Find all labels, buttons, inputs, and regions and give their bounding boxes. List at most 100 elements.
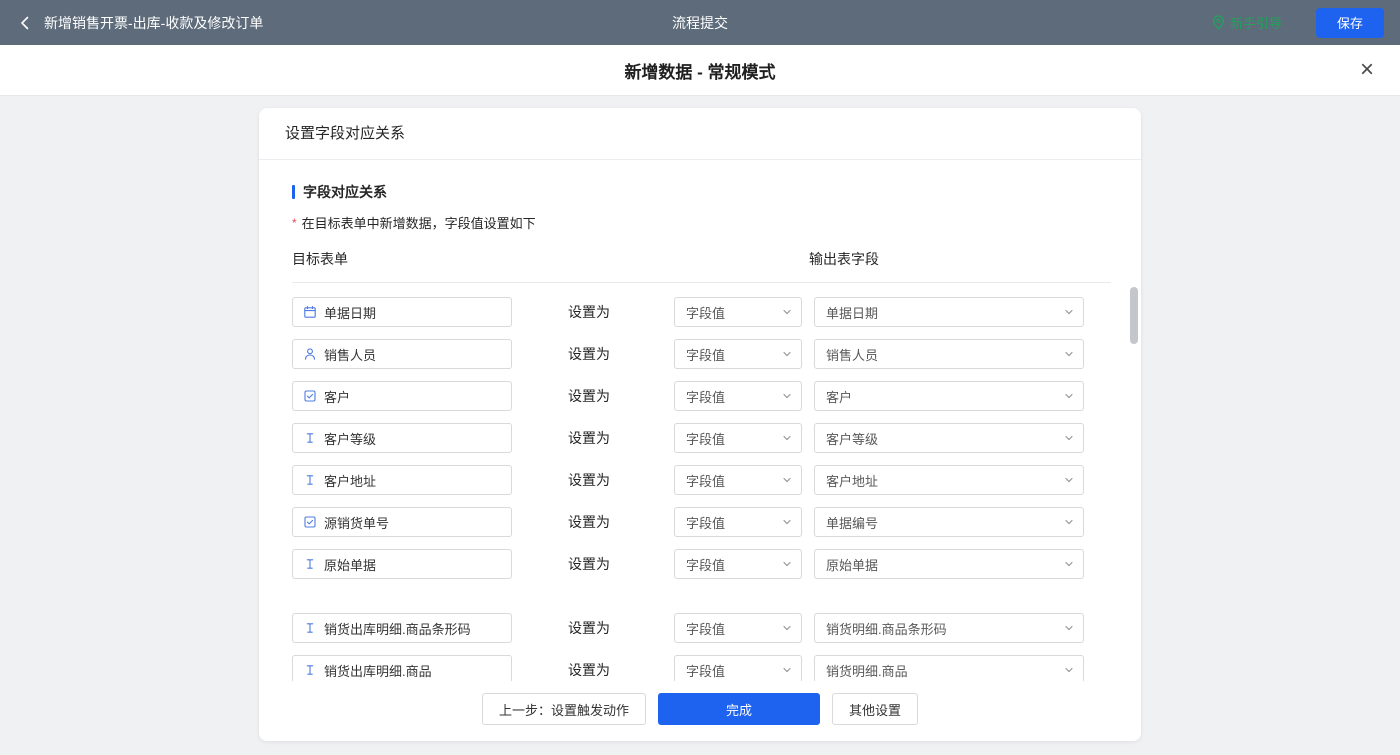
value-mode-select[interactable]: 字段值 <box>674 297 802 327</box>
person-icon <box>303 347 317 361</box>
set-as-label: 设置为 <box>568 472 610 488</box>
chevron-down-icon <box>783 393 791 399</box>
set-as-label: 设置为 <box>568 304 610 320</box>
done-button[interactable]: 完成 <box>658 693 820 725</box>
prev-step-button[interactable]: 上一步：设置触发动作 <box>481 693 646 725</box>
field-mapping-row: 源销货单号 设置为 字段值 单据编号 <box>292 507 1111 537</box>
output-field-select[interactable]: 客户地址 <box>814 465 1084 495</box>
value-mode-selected: 字段值 <box>686 305 726 321</box>
set-as-label: 设置为 <box>568 430 610 446</box>
close-icon[interactable]: × <box>1360 58 1374 82</box>
output-field-selected: 客户地址 <box>826 473 879 489</box>
section-accent-bar <box>292 185 295 199</box>
chevron-down-icon <box>783 435 791 441</box>
chevron-down-icon <box>1065 309 1073 315</box>
panel-footer: 上一步：设置触发动作 完成 其他设置 <box>259 681 1141 741</box>
output-field-select[interactable]: 单据日期 <box>814 297 1084 327</box>
output-field-select[interactable]: 销售人员 <box>814 339 1084 369</box>
target-field-label: 销售人员 <box>324 347 377 363</box>
section-title-label: 字段对应关系 <box>303 184 387 200</box>
chevron-down-icon <box>1065 435 1073 441</box>
field-mapping-row: 销售人员 设置为 字段值 销售人员 <box>292 339 1111 369</box>
set-as-label: 设置为 <box>568 620 610 636</box>
target-field-label: 客户 <box>324 389 351 405</box>
target-field-label: 原始单据 <box>324 557 377 573</box>
output-field-selected: 销货明细.商品 <box>826 663 908 679</box>
column-header-target-form: 目标表单 <box>292 251 348 267</box>
topbar-center-title: 流程提交 <box>672 14 728 31</box>
modal-header: 新增数据 - 常规模式 × <box>0 45 1400 95</box>
chevron-down-icon <box>1065 667 1073 673</box>
text-icon <box>303 557 317 571</box>
value-mode-select[interactable]: 字段值 <box>674 339 802 369</box>
panel-body: 字段对应关系 * 在目标表单中新增数据，字段值设置如下 目标表单 输出表字段 单… <box>259 160 1141 697</box>
target-field-label: 客户等级 <box>324 431 377 447</box>
chevron-down-icon <box>783 625 791 631</box>
output-field-selected: 客户 <box>826 389 853 405</box>
output-field-select[interactable]: 销货明细.商品条形码 <box>814 613 1084 643</box>
chevron-down-icon <box>1065 625 1073 631</box>
value-mode-select[interactable]: 字段值 <box>674 613 802 643</box>
target-field-label: 单据日期 <box>324 305 377 321</box>
output-field-select[interactable]: 客户等级 <box>814 423 1084 453</box>
back-icon[interactable] <box>16 14 34 32</box>
target-field-label: 客户地址 <box>324 473 377 489</box>
output-field-selected: 客户等级 <box>826 431 879 447</box>
field-mapping-rows: 单据日期 设置为 字段值 单据日期 销售人员 设置为 字段值 销售人员 客户 设… <box>292 297 1111 685</box>
output-field-select[interactable]: 单据编号 <box>814 507 1084 537</box>
output-field-selected: 单据编号 <box>826 515 879 531</box>
value-mode-selected: 字段值 <box>686 347 726 363</box>
chevron-down-icon <box>783 519 791 525</box>
text-icon <box>303 473 317 487</box>
required-note-text: 在目标表单中新增数据，字段值设置如下 <box>301 216 536 231</box>
text-icon <box>303 663 317 677</box>
checkbox-icon <box>303 515 317 529</box>
target-field-label: 销货出库明细.商品条形码 <box>324 621 471 637</box>
value-mode-select[interactable]: 字段值 <box>674 507 802 537</box>
chevron-down-icon <box>1065 477 1073 483</box>
column-headers: 目标表单 输出表字段 <box>292 249 1111 283</box>
chevron-down-icon <box>783 667 791 673</box>
location-pin-icon <box>1212 15 1225 30</box>
text-icon <box>303 621 317 635</box>
chevron-down-icon <box>783 351 791 357</box>
output-field-select[interactable]: 原始单据 <box>814 549 1084 579</box>
target-field-box: 原始单据 <box>292 549 512 579</box>
save-button[interactable]: 保存 <box>1315 7 1384 38</box>
topbar-left: 新增销售开票-出库-收款及修改订单 <box>16 13 263 33</box>
field-mapping-row: 客户等级 设置为 字段值 客户等级 <box>292 423 1111 453</box>
output-field-selected: 单据日期 <box>826 305 879 321</box>
chevron-down-icon <box>1065 519 1073 525</box>
checkbox-icon <box>303 389 317 403</box>
field-mapping-row: 原始单据 设置为 字段值 原始单据 <box>292 549 1111 579</box>
target-field-box: 单据日期 <box>292 297 512 327</box>
field-mapping-row: 客户地址 设置为 字段值 客户地址 <box>292 465 1111 495</box>
section-title: 字段对应关系 <box>292 182 1111 202</box>
set-as-label: 设置为 <box>568 556 610 572</box>
value-mode-selected: 字段值 <box>686 431 726 447</box>
target-field-label: 销货出库明细.商品 <box>324 663 432 679</box>
output-field-selected: 销售人员 <box>826 347 879 363</box>
value-mode-select[interactable]: 字段值 <box>674 423 802 453</box>
required-asterisk: * <box>292 215 297 230</box>
target-field-label: 源销货单号 <box>324 515 390 531</box>
value-mode-select[interactable]: 字段值 <box>674 381 802 411</box>
text-icon <box>303 431 317 445</box>
value-mode-select[interactable]: 字段值 <box>674 549 802 579</box>
target-field-box: 源销货单号 <box>292 507 512 537</box>
scrollbar-thumb[interactable] <box>1130 287 1138 344</box>
chevron-down-icon <box>1065 561 1073 567</box>
required-note: * 在目标表单中新增数据，字段值设置如下 <box>292 213 1111 232</box>
output-field-select[interactable]: 客户 <box>814 381 1084 411</box>
modal-title: 新增数据 - 常规模式 <box>624 62 776 82</box>
chevron-down-icon <box>783 477 791 483</box>
beginner-guide-label: 新手引导 <box>1229 16 1282 31</box>
output-field-selected: 原始单据 <box>826 557 879 573</box>
target-field-box: 客户 <box>292 381 512 411</box>
topbar: 新增销售开票-出库-收款及修改订单 流程提交 新手引导 保存 <box>0 0 1400 45</box>
value-mode-select[interactable]: 字段值 <box>674 465 802 495</box>
output-field-selected: 销货明细.商品条形码 <box>826 621 947 637</box>
flow-title: 新增销售开票-出库-收款及修改订单 <box>44 14 264 31</box>
beginner-guide-link[interactable]: 新手引导 <box>1212 13 1282 32</box>
other-settings-button[interactable]: 其他设置 <box>832 693 919 725</box>
